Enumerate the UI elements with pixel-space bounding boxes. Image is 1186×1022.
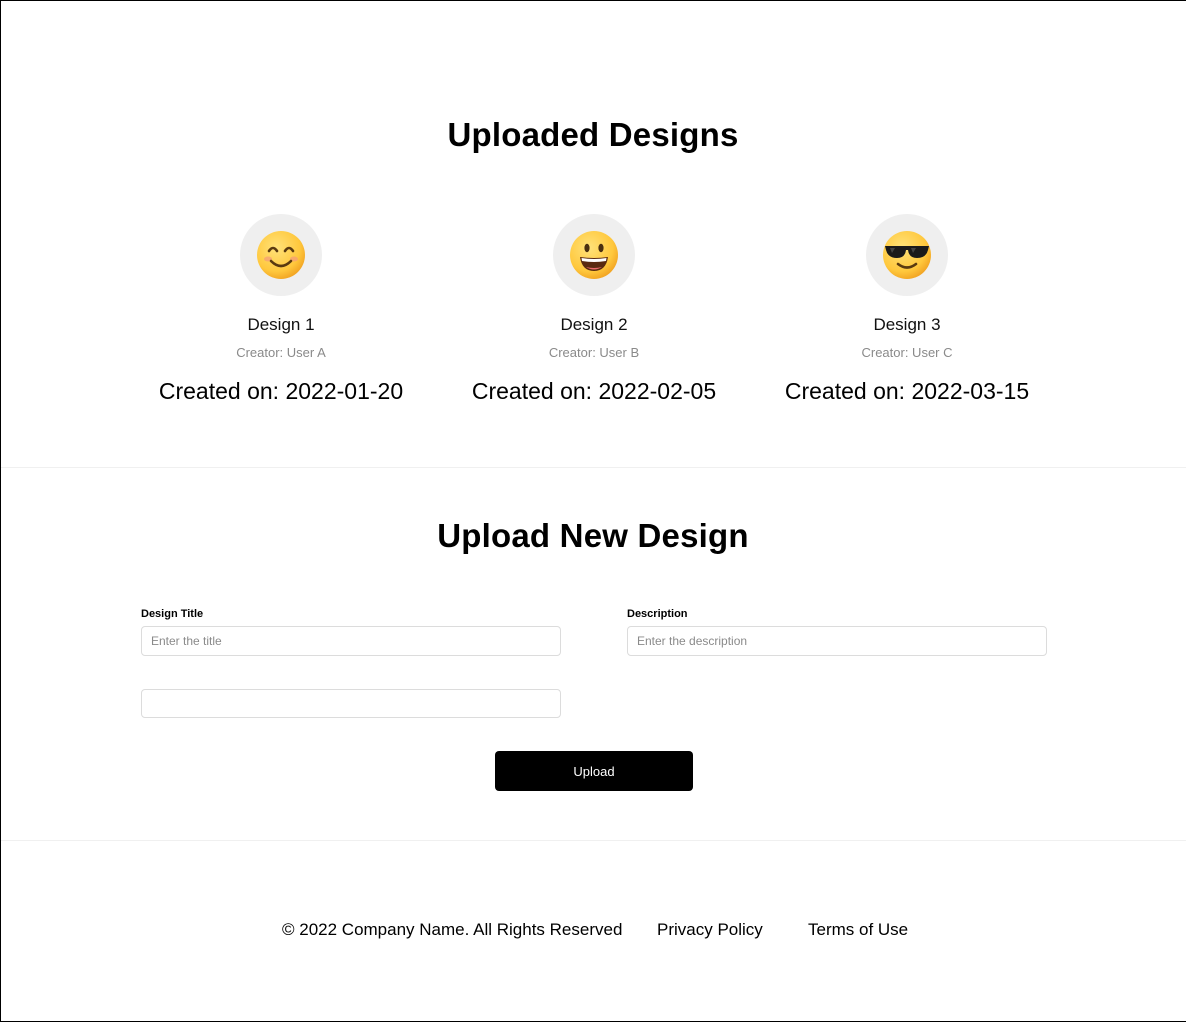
design-thumbnail xyxy=(866,214,948,296)
sunglasses-face-icon xyxy=(883,231,931,279)
design-card[interactable]: Design 3 Creator: User C Created on: 202… xyxy=(757,214,1057,405)
upload-button[interactable]: Upload xyxy=(495,751,693,791)
design-title-label: Design Title xyxy=(141,608,204,620)
section-divider xyxy=(1,467,1186,468)
grinning-face-icon xyxy=(570,231,618,279)
design-created-date: Created on: 2022-02-05 xyxy=(471,378,717,404)
upload-form-heading: Upload New Design xyxy=(437,517,749,554)
description-input[interactable] xyxy=(627,626,1047,656)
description-label: Description xyxy=(627,608,688,620)
design-name: Design 2 xyxy=(560,315,628,334)
design-created-date: Created on: 2022-03-15 xyxy=(784,378,1030,404)
design-card[interactable]: Design 1 Creator: User A Created on: 202… xyxy=(131,214,431,405)
design-creator: Creator: User C xyxy=(861,345,953,360)
design-thumbnail xyxy=(240,214,322,296)
design-creator: Creator: User A xyxy=(236,345,326,360)
smiling-face-icon xyxy=(257,231,305,279)
design-file-input[interactable] xyxy=(141,689,561,718)
privacy-policy-link[interactable]: Privacy Policy xyxy=(657,920,763,940)
terms-of-use-link[interactable]: Terms of Use xyxy=(808,920,908,940)
section-divider xyxy=(1,840,1186,841)
design-name: Design 1 xyxy=(247,315,315,334)
design-created-date: Created on: 2022-01-20 xyxy=(158,378,404,404)
design-thumbnail xyxy=(553,214,635,296)
design-card[interactable]: Design 2 Creator: User B Created on: 202… xyxy=(444,214,744,405)
design-name: Design 3 xyxy=(873,315,941,334)
copyright-text: © 2022 Company Name. All Rights Reserved xyxy=(282,920,623,939)
design-title-input[interactable] xyxy=(141,626,561,656)
design-creator: Creator: User B xyxy=(548,345,640,360)
uploaded-designs-heading: Uploaded Designs xyxy=(447,116,739,153)
